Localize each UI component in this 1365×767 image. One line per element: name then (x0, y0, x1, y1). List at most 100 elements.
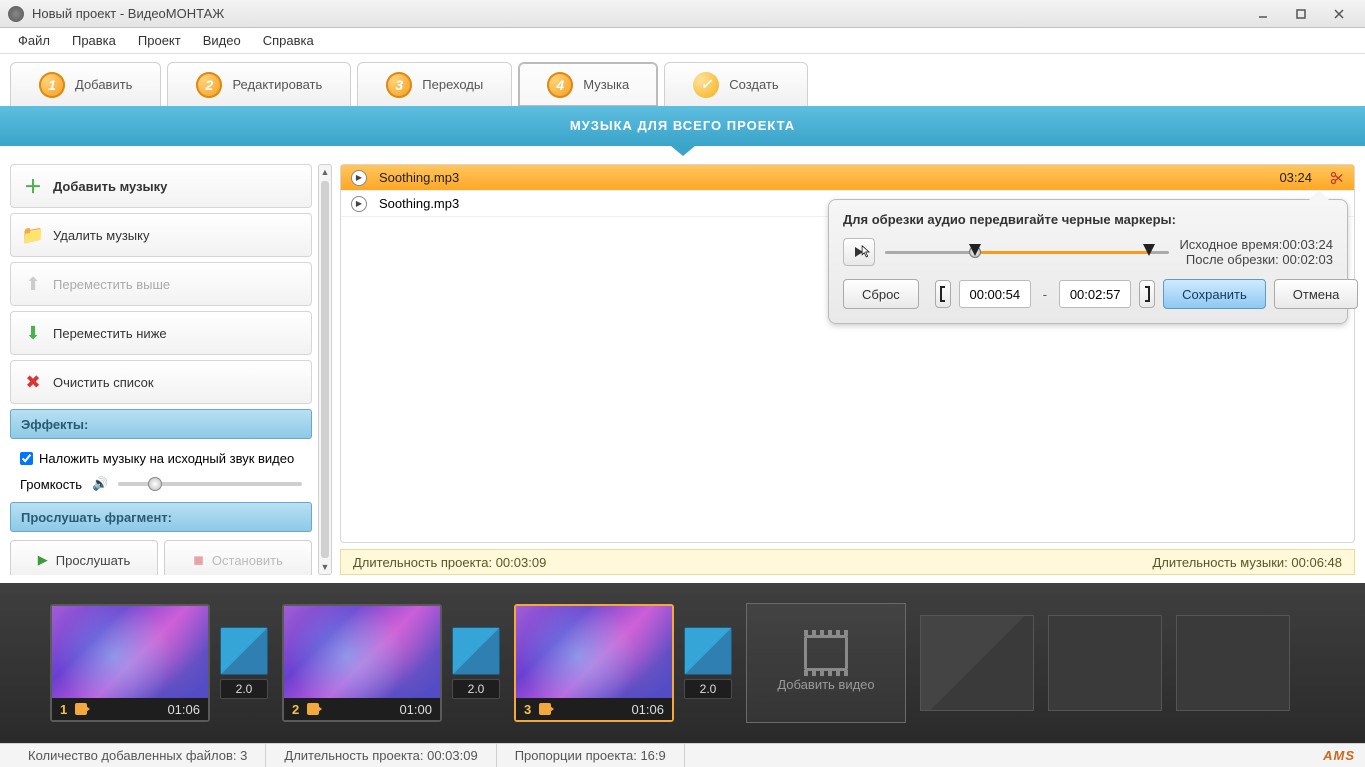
sidebar: ＋Добавить музыку 📁 Удалить музыку ⬆ Переме… (10, 164, 332, 575)
menu-project[interactable]: Проект (130, 30, 189, 51)
clip-thumbnail (284, 606, 440, 698)
folder-icon: 📁 (23, 225, 43, 245)
play-icon: ▶ (38, 552, 48, 568)
trim-meta: Исходное время:00:03:24 После обрезки: 0… (1179, 237, 1333, 267)
trim-start-marker[interactable] (969, 244, 981, 256)
trim-start-input[interactable] (959, 280, 1031, 308)
tab-create[interactable]: ✓Создать (664, 62, 807, 106)
step-4-icon: 4 (547, 72, 573, 98)
tab-label: Переходы (422, 77, 483, 92)
tab-add[interactable]: 1 Добавить (10, 62, 161, 106)
clip-thumbnail (52, 606, 208, 698)
save-button[interactable]: Сохранить (1163, 279, 1266, 309)
clear-list-button[interactable]: ✖Очистить список (10, 360, 312, 404)
transition-slot[interactable]: 2.0 (452, 627, 500, 699)
preview-header: Прослушать фрагмент: (10, 502, 312, 532)
stop-icon: ◼ (193, 552, 204, 568)
after-time-label: После обрезки: (1186, 252, 1279, 267)
scroll-up-icon[interactable]: ▲ (319, 165, 331, 179)
play-icon[interactable]: ▶ (351, 170, 367, 186)
transition-icon (684, 627, 732, 675)
menu-file[interactable]: Файл (10, 30, 58, 51)
tab-music[interactable]: 4 Музыка (518, 62, 658, 106)
menu-help[interactable]: Справка (255, 30, 322, 51)
clip-duration: 01:06 (631, 702, 664, 717)
step-1-icon: 1 (39, 72, 65, 98)
timeline-placeholder (1048, 615, 1162, 711)
arrow-up-icon: ⬆ (23, 274, 43, 294)
transition-icon (452, 627, 500, 675)
set-start-button[interactable] (935, 280, 951, 308)
overlay-checkbox[interactable] (20, 452, 33, 465)
timeline[interactable]: 101:06 2.0 201:00 2.0 3 01:06 2.0 Добавит… (0, 583, 1365, 743)
music-duration-label: Длительность музыки: 00:06:48 (1152, 555, 1342, 570)
trim-end-marker[interactable] (1143, 244, 1155, 256)
timeline-clip[interactable]: 101:06 (50, 604, 210, 722)
maximize-button[interactable] (1283, 5, 1319, 23)
transition-duration: 2.0 (452, 679, 500, 699)
scroll-down-icon[interactable]: ▼ (319, 560, 331, 574)
minimize-button[interactable] (1245, 5, 1281, 23)
add-video-button[interactable]: Добавить видео (746, 603, 906, 723)
trim-title: Для обрезки аудио передвигайте черные ма… (843, 212, 1333, 227)
volume-slider[interactable] (118, 474, 302, 494)
transition-slot[interactable]: 2.0 (684, 627, 732, 699)
preview-stop-button[interactable]: ◼Остановить (164, 540, 312, 575)
move-up-label: Переместить выше (53, 277, 170, 292)
add-music-button[interactable]: ＋Добавить музыку (10, 164, 312, 208)
reset-button[interactable]: Сброс (843, 279, 919, 309)
sidebar-scrollbar[interactable]: ▲ ▼ (318, 164, 332, 575)
tab-label: Музыка (583, 77, 629, 92)
scroll-thumb[interactable] (321, 181, 329, 558)
files-count: Количество добавленных файлов: 3 (10, 744, 266, 767)
preview-play-button[interactable]: ▶ Прослушать (10, 540, 158, 575)
titlebar: Новый проект - ВидеоМОНТАЖ (0, 0, 1365, 28)
menu-edit[interactable]: Правка (64, 30, 124, 51)
footer-duration: Длительность проекта: 00:03:09 (266, 744, 496, 767)
trim-play-button[interactable] (843, 238, 875, 266)
trim-slider[interactable] (885, 242, 1169, 262)
scissors-icon[interactable] (1330, 171, 1344, 185)
trim-end-input[interactable] (1059, 280, 1131, 308)
tab-transitions[interactable]: 3Переходы (357, 62, 512, 106)
tab-edit[interactable]: 2Редактировать (167, 62, 351, 106)
track-name: Soothing.mp3 (379, 170, 459, 185)
effects-header: Эффекты: (10, 409, 312, 439)
menubar: Файл Правка Проект Видео Справка (0, 28, 1365, 54)
track-name: Soothing.mp3 (379, 196, 459, 211)
move-down-button[interactable]: ⬇Переместить ниже (10, 311, 312, 355)
move-up-button[interactable]: ⬆ Переместить выше (10, 262, 312, 306)
timeline-clip[interactable]: 201:00 (282, 604, 442, 722)
clip-index: 3 (524, 702, 531, 717)
pencil-icon[interactable] (539, 703, 551, 715)
overlay-label: Наложить музыку на исходный звук видео (39, 451, 294, 466)
plus-icon: ＋ (23, 176, 43, 196)
timeline-clip[interactable]: 3 01:06 (514, 604, 674, 722)
transition-duration: 2.0 (220, 679, 268, 699)
speaker-icon: 🔊 (92, 476, 108, 492)
cancel-button[interactable]: Отмена (1274, 279, 1359, 309)
play-icon[interactable]: ▶ (351, 196, 367, 212)
volume-label: Громкость (20, 477, 82, 492)
orig-time-label: Исходное время: (1179, 237, 1282, 252)
track-list-panel: ▶ Soothing.mp3 03:24 ▶ Soothing.mp3 Для … (340, 164, 1355, 543)
tab-label: Добавить (75, 77, 132, 92)
after-time-value: 00:02:03 (1282, 252, 1333, 267)
app-icon (8, 6, 24, 22)
brand-logo: AMS (1323, 748, 1355, 763)
pencil-icon[interactable] (75, 703, 87, 715)
close-button[interactable] (1321, 5, 1357, 23)
arrow-down-icon: ⬇ (23, 323, 43, 343)
mouse-cursor-icon (860, 245, 874, 259)
track-row[interactable]: ▶ Soothing.mp3 03:24 (341, 165, 1354, 191)
delete-music-button[interactable]: 📁 Удалить музыку (10, 213, 312, 257)
transition-slot[interactable]: 2.0 (220, 627, 268, 699)
set-end-button[interactable] (1139, 280, 1155, 308)
preview-play-label: Прослушать (56, 553, 131, 568)
clear-list-label: Очистить список (53, 375, 154, 390)
footer-aspect: Пропорции проекта: 16:9 (497, 744, 685, 767)
pencil-icon[interactable] (307, 703, 319, 715)
menu-video[interactable]: Видео (195, 30, 249, 51)
delete-music-label: Удалить музыку (53, 228, 149, 243)
transition-icon (220, 627, 268, 675)
